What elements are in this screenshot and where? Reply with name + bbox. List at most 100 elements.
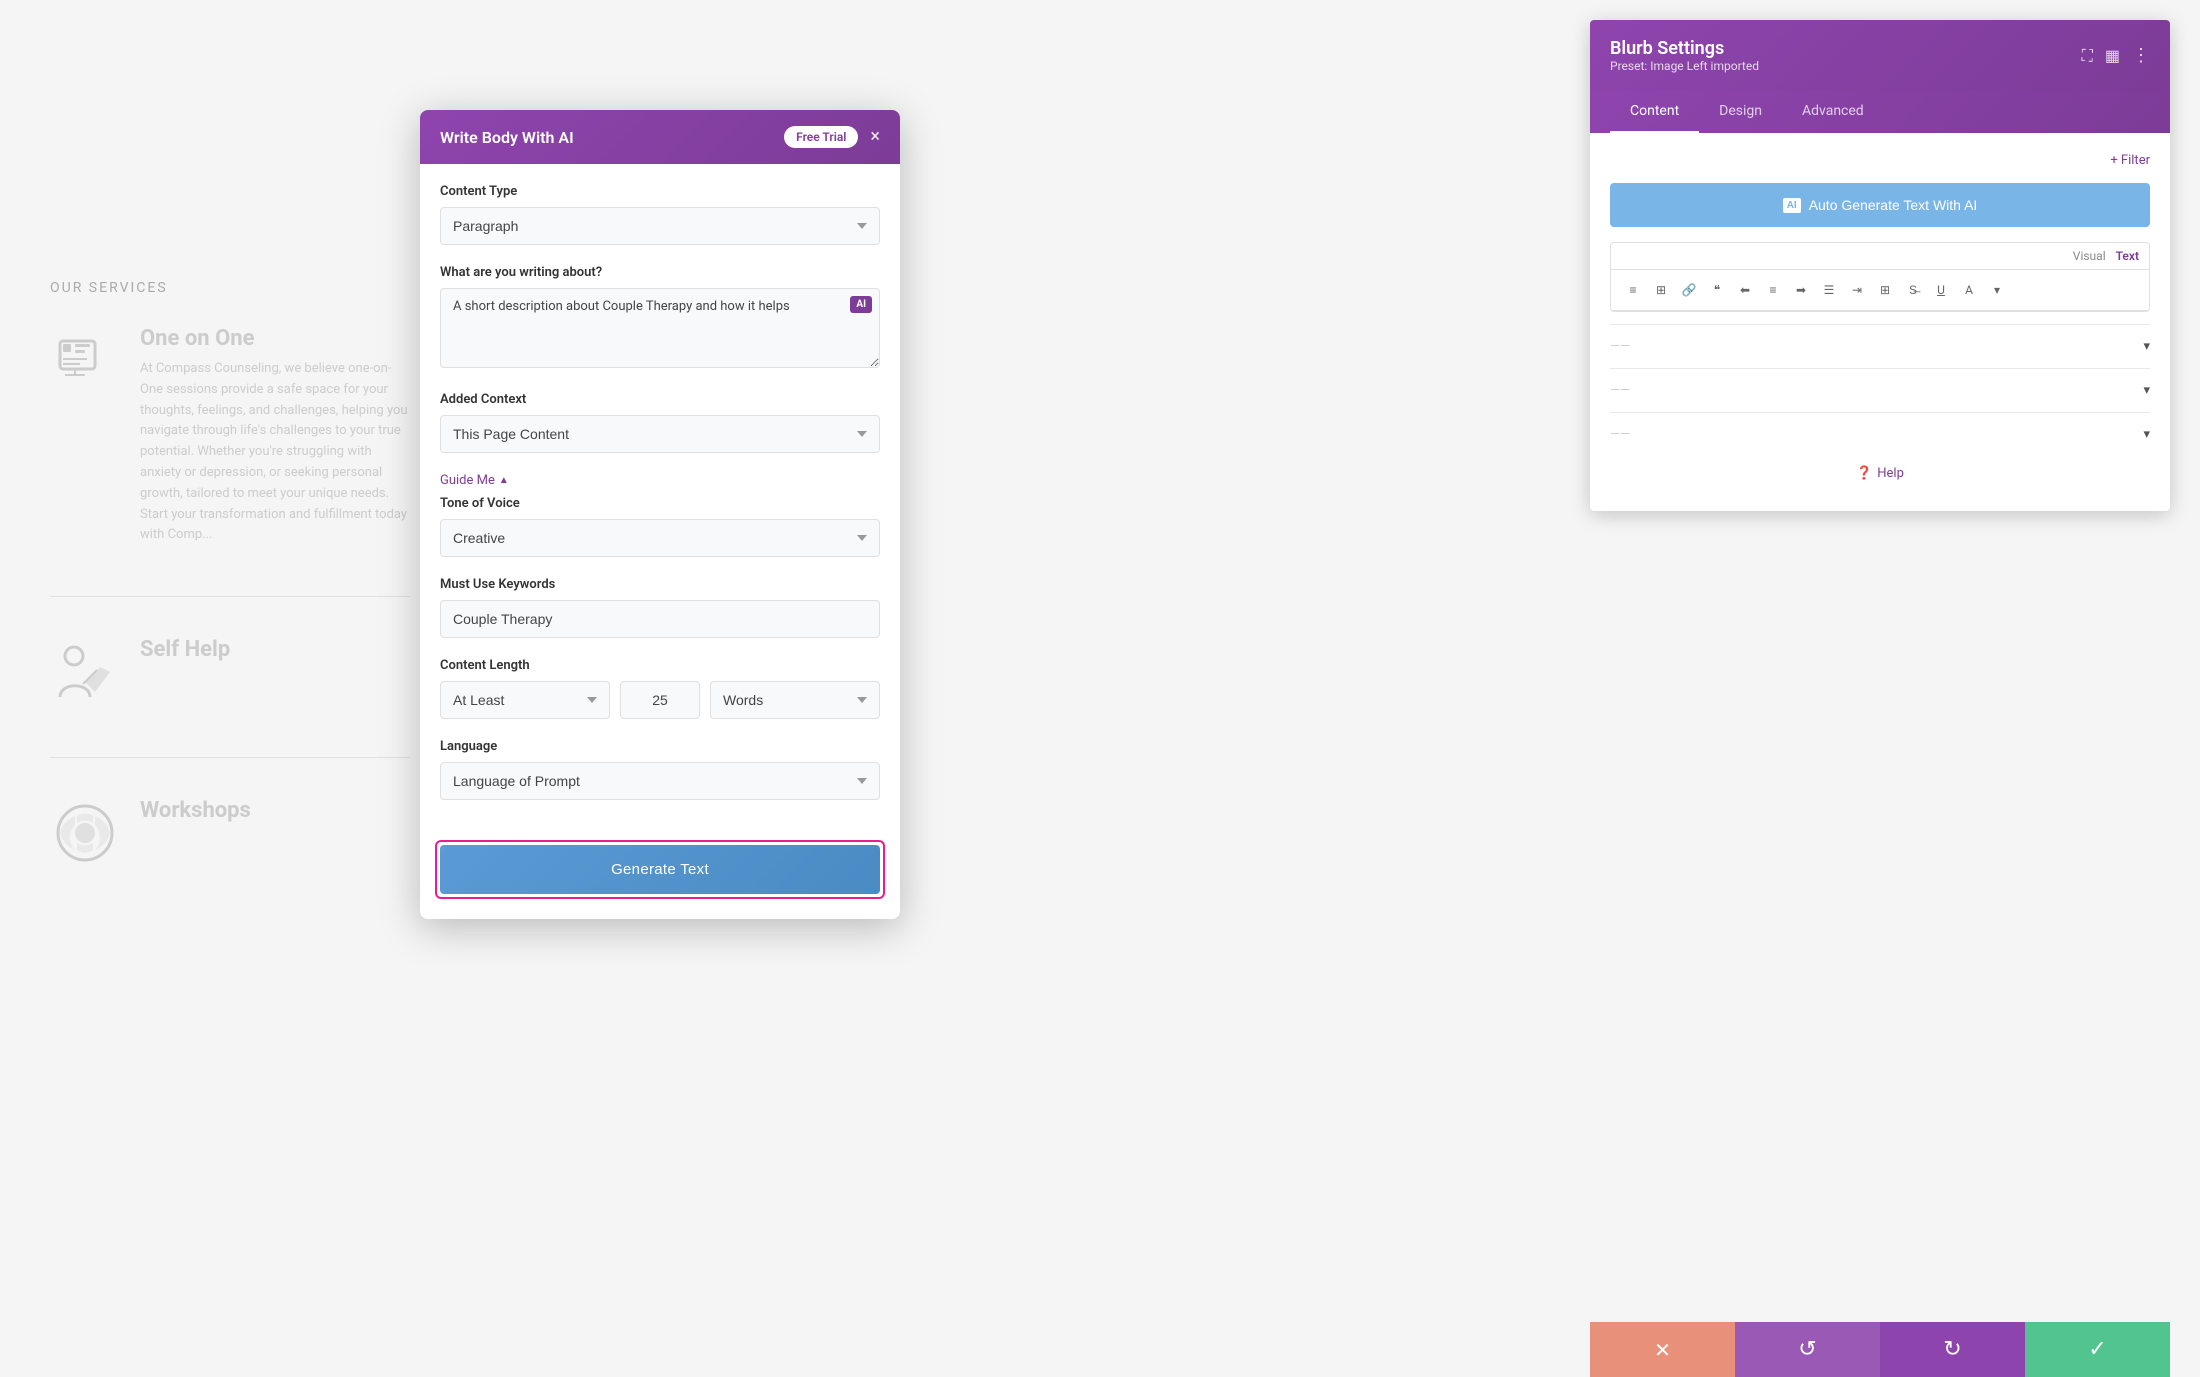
- service-divider-2: [50, 757, 410, 758]
- guide-me-arrow-icon: ▲: [499, 475, 509, 486]
- list-item: Workshops: [50, 798, 410, 868]
- auto-generate-label: Auto Generate Text With AI: [1809, 197, 1978, 213]
- tab-advanced[interactable]: Advanced: [1782, 91, 1884, 133]
- blurb-title-group: Blurb Settings Preset: Image Left import…: [1610, 38, 1759, 73]
- one-on-one-icon: [50, 326, 120, 396]
- language-select[interactable]: Language of Prompt English Spanish Frenc…: [440, 762, 880, 800]
- modal-title: Write Body With AI: [440, 128, 574, 147]
- toolbar-align-right-icon[interactable]: ➡: [1789, 278, 1813, 302]
- textarea-wrapper: A short description about Couple Therapy…: [440, 288, 880, 372]
- workshops-icon: [50, 798, 120, 868]
- accordion-item-3[interactable]: —— ▾: [1610, 412, 2150, 456]
- guide-me-link[interactable]: Guide Me ▲: [440, 473, 880, 488]
- redo-button[interactable]: ↻: [1880, 1322, 2025, 1377]
- help-link[interactable]: ❓ Help: [1610, 466, 2150, 481]
- modal-footer: Generate Text: [420, 840, 900, 919]
- added-context-group: Added Context This Page Content None Cus…: [440, 392, 880, 453]
- accordion-item-2[interactable]: —— ▾: [1610, 368, 2150, 412]
- tone-of-voice-label: Tone of Voice: [440, 496, 880, 511]
- tab-design[interactable]: Design: [1699, 91, 1782, 133]
- length-type-select[interactable]: At Least Exactly At Most: [440, 681, 610, 719]
- modal-header-right: Free Trial ×: [784, 126, 880, 148]
- text-view-btn[interactable]: Text: [2116, 249, 2139, 263]
- one-on-one-description: At Compass Counseling, we believe one-on…: [140, 359, 410, 546]
- confirm-button[interactable]: ✓: [2025, 1322, 2170, 1377]
- blurb-header: Blurb Settings Preset: Image Left import…: [1590, 20, 2170, 91]
- blurb-header-actions[interactable]: ⛶ ▦ ⋮: [2082, 45, 2150, 66]
- bottom-action-bar: ✕ ↺ ↻ ✓: [1590, 1322, 2170, 1377]
- blurb-preset: Preset: Image Left imported: [1610, 59, 1759, 73]
- one-on-one-text: One on One At Compass Counseling, we bel…: [140, 326, 410, 546]
- accordion-item-1[interactable]: —— ▾: [1610, 324, 2150, 368]
- toolbar-list-ordered-icon[interactable]: ⊞: [1649, 278, 1673, 302]
- confirm-icon: ✓: [2088, 1337, 2106, 1362]
- cancel-icon: ✕: [1654, 1338, 1671, 1362]
- writing-about-label: What are you writing about?: [440, 265, 880, 280]
- toolbar-more-icon[interactable]: ▾: [1985, 278, 2009, 302]
- chevron-down-icon-1: ▾: [2143, 339, 2150, 354]
- toolbar-indent-icon[interactable]: ⇥: [1845, 278, 1869, 302]
- more-icon[interactable]: ⋮: [2132, 45, 2150, 66]
- blurb-panel-content: + Filter AI Auto Generate Text With AI V…: [1590, 133, 2170, 511]
- content-length-label: Content Length: [440, 658, 880, 673]
- visual-view-btn[interactable]: Visual: [2073, 249, 2106, 263]
- added-context-select[interactable]: This Page Content None Custom: [440, 415, 880, 453]
- toolbar-align-justify-icon[interactable]: ☰: [1817, 278, 1841, 302]
- ai-icon: AI: [1783, 198, 1801, 213]
- services-section: OUR SERVICES One on One At Compass Couns…: [50, 280, 410, 918]
- help-icon: ❓: [1856, 466, 1872, 481]
- filter-bar: + Filter: [1610, 153, 2150, 168]
- blurb-title: Blurb Settings: [1610, 38, 1759, 59]
- toolbar-strikethrough-icon[interactable]: S̶: [1901, 278, 1925, 302]
- blurb-tabs[interactable]: Content Design Advanced: [1590, 91, 2170, 133]
- language-group: Language Language of Prompt English Span…: [440, 739, 880, 800]
- toolbar-align-left-icon[interactable]: ⬅: [1733, 278, 1757, 302]
- filter-button[interactable]: + Filter: [2110, 153, 2150, 168]
- toolbar-icons-row: ≡ ⊞ 🔗 ❝ ⬅ ≡ ➡ ☰ ⇥ ⊞ S̶ U A ▾: [1611, 270, 2149, 311]
- undo-icon: ↺: [1798, 1337, 1816, 1362]
- free-trial-badge[interactable]: Free Trial: [784, 126, 858, 148]
- fullscreen-icon[interactable]: ⛶: [2082, 46, 2093, 66]
- one-on-one-title: One on One: [140, 326, 410, 351]
- self-help-icon: [50, 637, 120, 707]
- length-value-input[interactable]: [620, 681, 700, 719]
- toolbar-align-center-icon[interactable]: ≡: [1761, 278, 1785, 302]
- chevron-down-icon-2: ▾: [2143, 383, 2150, 398]
- help-label: Help: [1877, 466, 1904, 481]
- toolbar-quote-icon[interactable]: ❝: [1705, 278, 1729, 302]
- toolbar-underline-icon[interactable]: U: [1929, 278, 1953, 302]
- tone-of-voice-select[interactable]: Creative Professional Casual Formal: [440, 519, 880, 557]
- toolbar-list-unordered-icon[interactable]: ≡: [1621, 278, 1645, 302]
- cancel-button[interactable]: ✕: [1590, 1322, 1735, 1377]
- guide-me-label: Guide Me: [440, 473, 495, 488]
- modal-body: Content Type Paragraph List Heading What…: [420, 164, 900, 840]
- toolbar-color-icon[interactable]: A: [1957, 278, 1981, 302]
- language-label: Language: [440, 739, 880, 754]
- content-length-row: At Least Exactly At Most Words Sentences…: [440, 681, 880, 719]
- workshops-text: Workshops: [140, 798, 251, 831]
- auto-generate-button[interactable]: AI Auto Generate Text With AI: [1610, 183, 2150, 227]
- content-type-label: Content Type: [440, 184, 880, 199]
- list-item: One on One At Compass Counseling, we bel…: [50, 326, 410, 546]
- self-help-title: Self Help: [140, 637, 230, 662]
- length-unit-select[interactable]: Words Sentences Paragraphs: [710, 681, 880, 719]
- accordion-items: —— ▾ —— ▾ —— ▾: [1610, 324, 2150, 456]
- self-help-text: Self Help: [140, 637, 230, 670]
- chevron-down-icon-3: ▾: [2143, 427, 2150, 442]
- toolbar-table-icon[interactable]: ⊞: [1873, 278, 1897, 302]
- help-area: ❓ Help: [1610, 456, 2150, 491]
- keywords-group: Must Use Keywords: [440, 577, 880, 638]
- tab-content[interactable]: Content: [1610, 91, 1699, 133]
- keywords-input[interactable]: [440, 600, 880, 638]
- accordion-label-2: ——: [1610, 383, 1630, 398]
- generate-text-button[interactable]: Generate Text: [440, 845, 880, 894]
- toolbar-link-icon[interactable]: 🔗: [1677, 278, 1701, 302]
- undo-button[interactable]: ↺: [1735, 1322, 1880, 1377]
- writing-about-textarea[interactable]: A short description about Couple Therapy…: [440, 288, 880, 368]
- writing-about-group: What are you writing about? A short desc…: [440, 265, 880, 372]
- accordion-label-1: ——: [1610, 339, 1630, 354]
- content-type-select[interactable]: Paragraph List Heading: [440, 207, 880, 245]
- view-toggle[interactable]: Visual Text: [1611, 243, 2149, 270]
- grid-icon[interactable]: ▦: [2105, 46, 2120, 65]
- close-button[interactable]: ×: [870, 128, 880, 146]
